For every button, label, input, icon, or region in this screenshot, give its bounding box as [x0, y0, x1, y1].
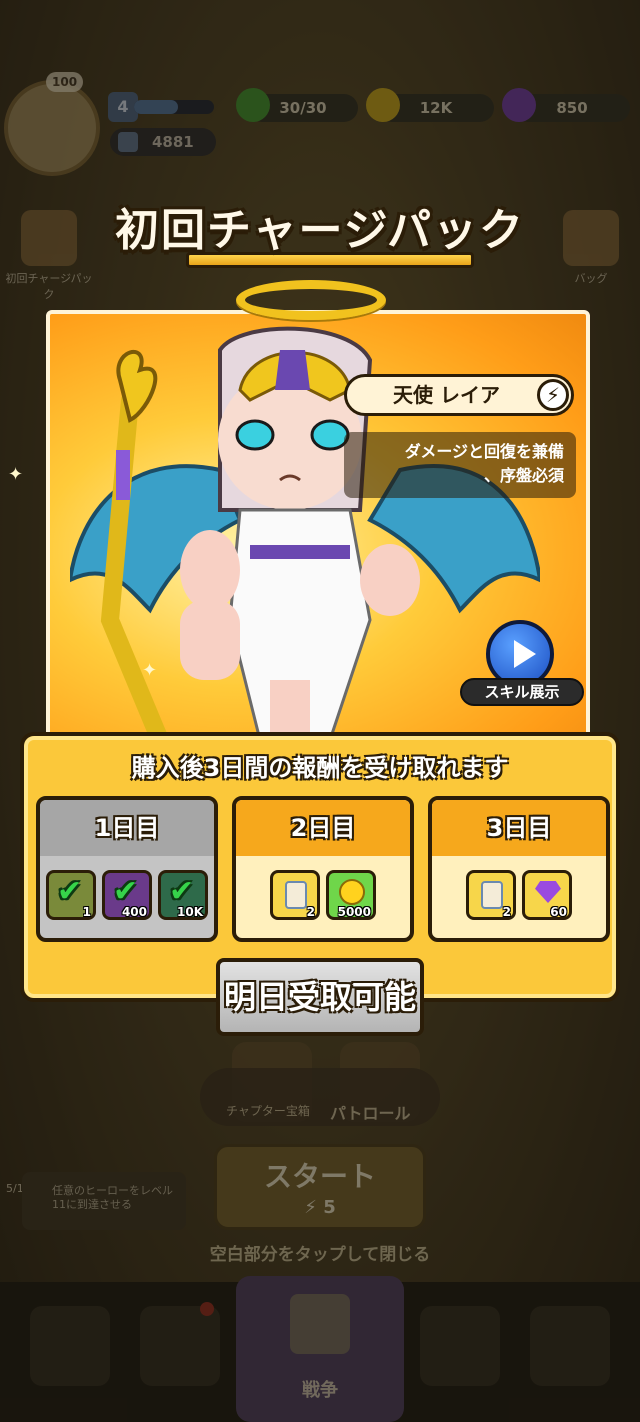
check-icon: ✔: [169, 874, 195, 909]
purple-gem-icon: 60: [522, 870, 572, 920]
hero-name: 天使 レイア: [393, 383, 500, 407]
hero-shard-icon: ✔ 1: [46, 870, 96, 920]
tap-to-close-hint: 空白部分をタップして閉じる: [209, 1245, 431, 1265]
play-icon: [514, 640, 536, 668]
gold-coin-icon: 5000: [326, 870, 376, 920]
day-label: 2日目: [236, 800, 410, 856]
lightning-icon: ⚡: [537, 379, 569, 411]
sparkle-icon: ✦: [142, 660, 158, 681]
sparkle-icon: ✦: [8, 464, 24, 485]
day-3-card: 3日目 2 60: [428, 796, 610, 942]
scroll-icon: 2: [466, 870, 516, 920]
claim-tomorrow-button[interactable]: 明日受取可能: [216, 958, 424, 1036]
purple-gem-pile-icon: ✔ 400: [102, 870, 152, 920]
scroll-icon: 2: [270, 870, 320, 920]
popup-title: 初回チャージパック: [114, 205, 526, 256]
check-icon: ✔: [113, 874, 139, 909]
check-icon: ✔: [57, 874, 83, 909]
hero-description: ダメージと回復を兼備 、序盤必須: [344, 432, 576, 498]
hero-name-tag: 天使 レイア ⚡: [344, 374, 574, 416]
day-label: 3日目: [432, 800, 606, 856]
day-label: 1日目: [40, 800, 214, 856]
skill-preview-label[interactable]: スキル展示: [460, 678, 584, 706]
hero-halo: [236, 280, 386, 320]
reward-header: 購入後3日間の報酬を受け取れます: [131, 754, 509, 782]
day-1-card: 1日目 ✔ 1 ✔ 400 ✔ 10K: [36, 796, 218, 942]
green-token-icon: ✔ 10K: [158, 870, 208, 920]
day-2-card: 2日目 2 5000: [232, 796, 414, 942]
